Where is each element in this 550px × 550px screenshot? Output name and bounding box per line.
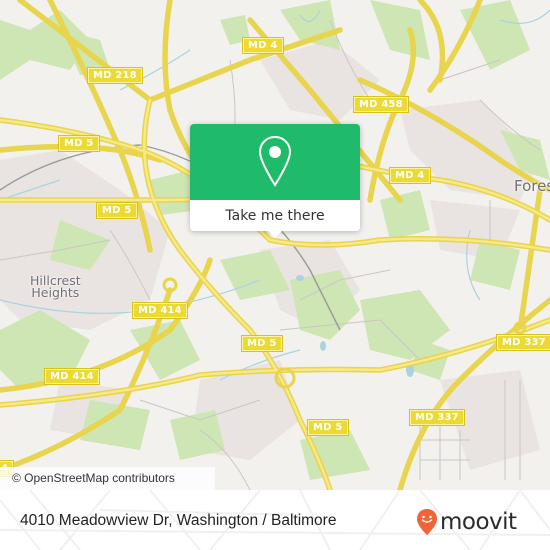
road-shield: MD 5 — [96, 202, 138, 219]
road-shield: MD 5 — [241, 335, 283, 352]
road-shield: MD 218 — [87, 67, 143, 84]
moovit-logo[interactable]: moovit — [416, 507, 517, 537]
location-pin-icon — [258, 135, 292, 187]
moovit-pin-icon — [417, 509, 437, 535]
road-shield: MD 4 — [242, 37, 284, 54]
road-shield: MD 458 — [353, 96, 409, 113]
map-base-layer — [0, 0, 550, 490]
place-label: Fores — [514, 177, 550, 195]
map-view[interactable]: MD 4 MD 218 MD 458 MD 5 MD 4 MD 5 MD 414 MD 337… — [0, 0, 550, 490]
take-me-there-button[interactable]: Take me there — [190, 200, 360, 231]
map-attribution[interactable]: © OpenStreetMap contributors — [0, 467, 215, 490]
place-label: Hillcrest Heights — [30, 273, 81, 300]
road-shield: MD 4 — [389, 167, 431, 184]
road-shield: MD 337 — [496, 334, 550, 351]
address-text: 4010 Meadowview Dr, Washington / Baltimo… — [20, 512, 337, 529]
road-shield: MD 337 — [409, 409, 465, 426]
destination-callout[interactable]: Take me there — [190, 124, 360, 238]
road-shield: MD 414 — [132, 302, 188, 319]
road-shield: MD 5 — [58, 135, 100, 152]
moovit-wordmark: moovit — [440, 509, 517, 535]
callout-header — [190, 124, 360, 200]
callout-pointer — [266, 229, 284, 238]
road-shield: MD 414 — [44, 368, 100, 385]
road-shield: MD 5 — [307, 419, 349, 436]
